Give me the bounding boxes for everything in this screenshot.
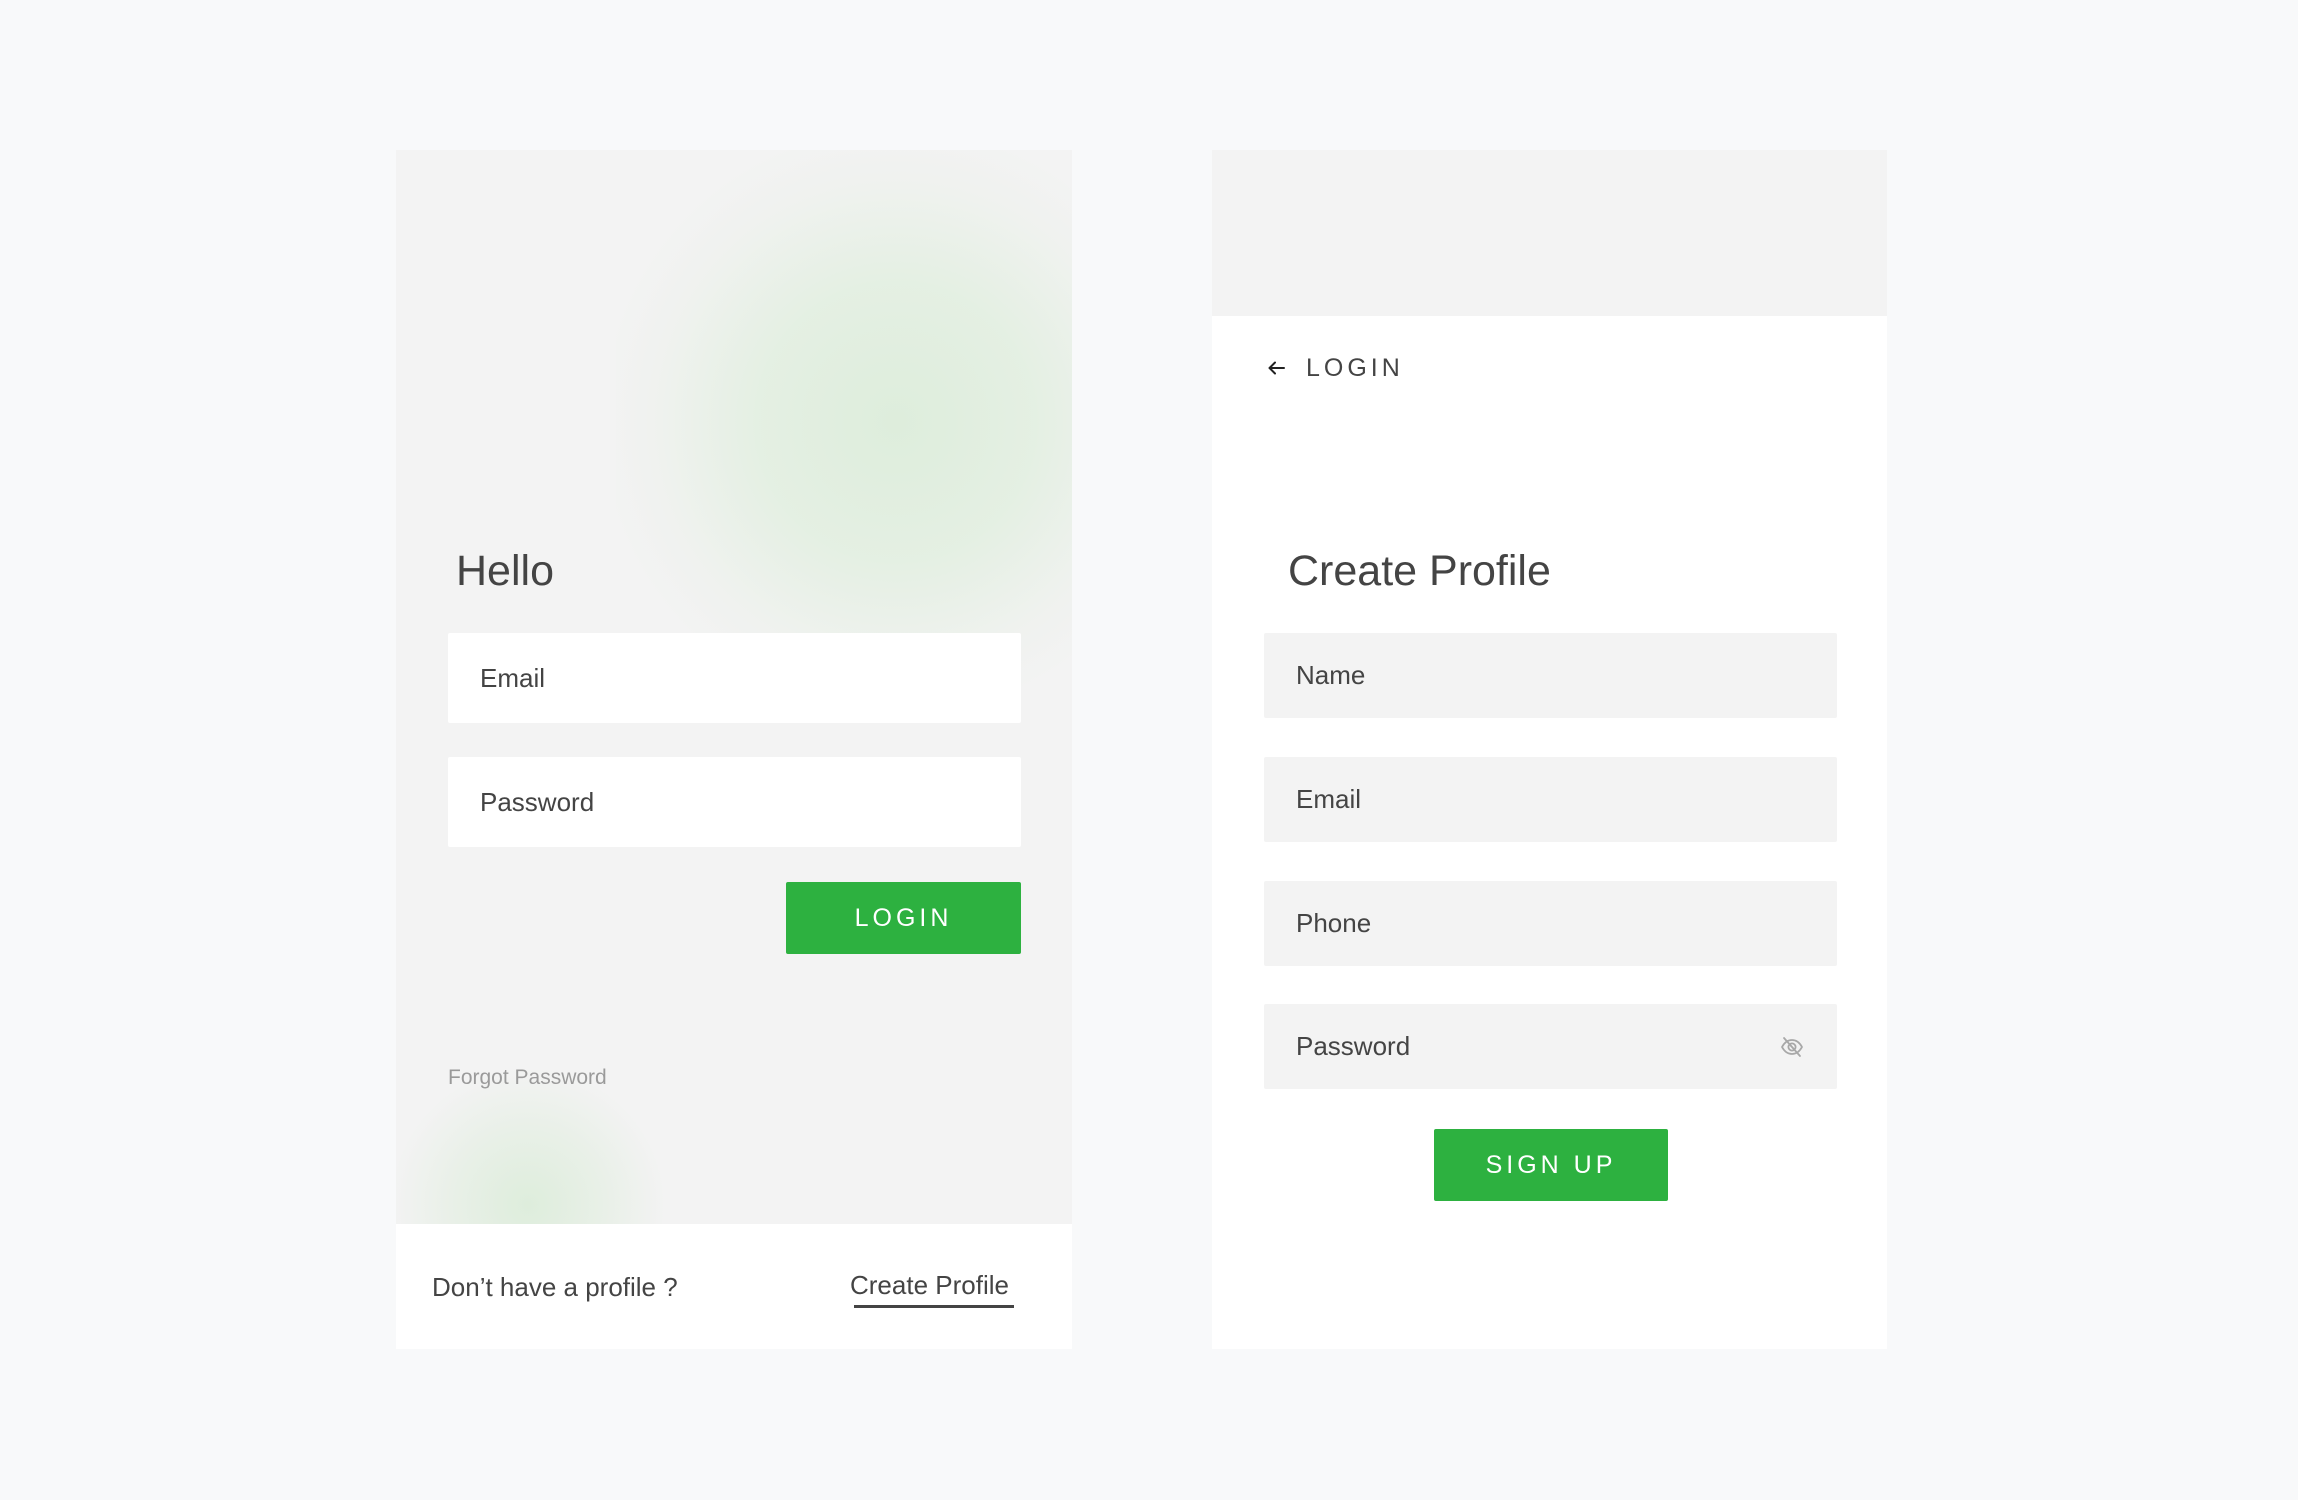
decorative-blob-top [616,150,1072,702]
login-panel: Hello Email Password Forgot Password LOG… [396,150,1072,1224]
create-profile-link[interactable]: Create Profile [850,1269,1009,1301]
forgot-password-link[interactable]: Forgot Password [448,1064,607,1092]
no-profile-text: Don’t have a profile ? [432,1272,678,1302]
signup-button[interactable]: SIGN UP [1434,1129,1668,1201]
login-title: Hello [456,547,554,595]
back-label: LOGIN [1306,353,1404,382]
signup-password-placeholder: Password [1296,1031,1411,1061]
signup-password-input[interactable]: Password [1264,1004,1837,1089]
signup-title: Create Profile [1288,547,1551,595]
login-card: Hello Email Password Forgot Password LOG… [396,150,1072,1349]
login-footer: Don’t have a profile ? Create Profile [396,1224,1072,1349]
login-email-input[interactable]: Email [448,633,1021,723]
signup-phone-input[interactable]: Phone [1264,881,1837,966]
back-to-login-link[interactable]: LOGIN [1266,351,1404,385]
signup-email-input[interactable]: Email [1264,757,1837,842]
login-button[interactable]: LOGIN [786,882,1021,954]
signup-banner [1212,150,1887,316]
create-profile-link-underline [854,1305,1014,1308]
eye-off-icon[interactable] [1779,1034,1805,1060]
signup-name-input[interactable]: Name [1264,633,1837,718]
arrow-left-icon [1268,361,1285,375]
decorative-blob-bottom [396,1070,663,1224]
signup-card: LOGIN Create Profile Name Email Phone Pa… [1212,150,1887,1349]
login-password-input[interactable]: Password [448,757,1021,847]
